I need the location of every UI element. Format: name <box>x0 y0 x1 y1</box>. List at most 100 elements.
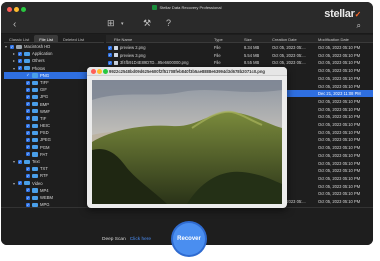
tab-file-list[interactable]: File List <box>34 35 59 42</box>
checkbox-icon[interactable]: ✓ <box>18 58 22 63</box>
disclosure-collapsed-icon[interactable]: ▸ <box>13 57 15 64</box>
tree-item-label: PSD <box>40 130 49 136</box>
checkbox-icon[interactable]: ✓ <box>26 166 30 171</box>
preview-close-button[interactable] <box>91 69 96 74</box>
drive-icon <box>16 44 22 49</box>
table-row[interactable]: ✓ preview 3.png File 5.54 MB Oct 05, 2023 05… <box>106 52 373 59</box>
disclosure-collapsed-icon[interactable]: ▸ <box>13 50 15 57</box>
folder-icon <box>32 173 38 179</box>
checkbox-icon[interactable]: ✓ <box>18 51 22 56</box>
tree-item-label: PAT <box>40 151 48 157</box>
checkbox-icon[interactable]: ✓ <box>26 87 30 92</box>
help-icon[interactable]: ? <box>166 19 171 28</box>
modification-date-cell: Oct 05, 2023 05:10 PM <box>318 45 361 50</box>
col-type[interactable]: Type <box>214 37 223 42</box>
checkbox-icon[interactable]: ✓ <box>108 60 112 65</box>
col-modification-date[interactable]: Modification Date <box>318 37 349 42</box>
checkbox-icon[interactable]: ✓ <box>26 188 30 193</box>
modification-date-cell: Dec 21, 2023 11:08 PM <box>318 91 361 97</box>
tree-item[interactable]: ▸ ✓ Others <box>4 57 104 64</box>
checkbox-icon[interactable]: ✓ <box>26 152 30 157</box>
tree-item-label: WMF <box>40 108 50 114</box>
grid-view-icon[interactable]: ⊞ <box>107 19 115 28</box>
preview-title-bar: 9922c2548bd09d625e600f2f51708feb840f3b5a… <box>87 67 287 76</box>
col-size[interactable]: Size <box>244 37 252 42</box>
tree-item-label: Application <box>32 51 53 57</box>
click-here-link[interactable]: Click here <box>130 237 151 242</box>
tree-item-label: Video <box>32 180 43 186</box>
checkbox-icon[interactable]: ✓ <box>18 159 22 164</box>
checkbox-icon[interactable]: ✓ <box>26 138 30 143</box>
tab-classic-list[interactable]: Classic List <box>4 35 34 42</box>
checkbox-icon[interactable]: ✓ <box>108 53 112 58</box>
modification-date-cell: Oct 05, 2023 05:10 PM <box>318 98 361 104</box>
deep-scan-label: Deep Scan <box>102 237 126 242</box>
modification-date-cell: Oct 05, 2023 05:10 PM <box>318 191 361 197</box>
folder-icon <box>24 181 30 186</box>
col-file-name[interactable]: File Name <box>114 37 132 42</box>
checkbox-icon[interactable]: ✓ <box>26 102 30 107</box>
size-cell: 8.34 MB <box>244 45 260 50</box>
checkbox-icon[interactable]: ✓ <box>10 44 14 49</box>
checkbox-icon[interactable]: ✓ <box>26 116 30 121</box>
modification-date-cell: Oct 05, 2023 05:10 PM <box>318 168 361 174</box>
search-icon[interactable]: ⌕ <box>357 21 361 31</box>
checkbox-icon[interactable]: ✓ <box>26 173 30 178</box>
folder-icon <box>32 73 38 78</box>
checkbox-icon[interactable]: ✓ <box>26 73 30 78</box>
checkbox-icon[interactable]: ✓ <box>26 109 30 114</box>
tree-item-label: PNG <box>40 72 50 78</box>
checkbox-icon[interactable]: ✓ <box>18 181 22 186</box>
modification-date-cell: Oct 05, 2023 05:10 PM <box>318 183 361 189</box>
disclosure-expanded-icon[interactable]: ▾ <box>5 43 7 50</box>
recover-button[interactable]: Recover <box>173 223 205 255</box>
checkbox-icon[interactable]: ✓ <box>18 66 22 71</box>
tree-item-label: BMP <box>40 101 50 107</box>
folder-icon <box>24 66 30 71</box>
table-row[interactable]: ✓ 3f4fb91D4E89D7D...95e6600000.png File 8.5… <box>106 59 373 66</box>
checkbox-icon[interactable]: ✓ <box>26 80 30 85</box>
size-cell: 8.55 MB <box>244 60 260 66</box>
tree-item-label: Text <box>32 159 40 164</box>
tree-item-label: Macintosh HD <box>24 44 51 49</box>
tree-item[interactable]: ▾ ✓ Macintosh HD <box>4 43 104 50</box>
type-cell: File <box>214 45 221 50</box>
tree-item-label: TXT <box>40 166 48 172</box>
checkbox-icon[interactable]: ✓ <box>26 195 30 200</box>
folder-icon <box>32 123 38 128</box>
modification-date-cell: Oct 05, 2023 05:10 PM <box>318 68 361 74</box>
folder-icon <box>24 58 30 64</box>
file-name-cell: preview 2.png <box>120 45 146 50</box>
chevron-down-icon[interactable]: ▾ <box>121 20 124 29</box>
checkbox-icon[interactable]: ✓ <box>108 45 112 50</box>
table-row[interactable]: ✓ preview 2.png File 8.34 MB Oct 05, 2023 05… <box>106 44 373 51</box>
tab-deleted-list[interactable]: Deleted List <box>58 35 89 42</box>
checkbox-icon[interactable]: ✓ <box>26 145 30 150</box>
creation-date-cell: Oct 05, 2023 05:... <box>272 60 306 66</box>
preview-minimize-button[interactable] <box>97 69 102 74</box>
stellar-logo: stellar✓ <box>324 8 361 20</box>
folder-icon <box>32 188 38 193</box>
preview-file-name: 9922c2548bd09d625e600f2f51708feb840f3b5a… <box>109 69 265 74</box>
tree-item-label: WEBM <box>40 194 54 200</box>
wrench-icon[interactable]: ⚒ <box>143 19 151 28</box>
chevron-left-icon[interactable]: ‹ <box>13 20 16 30</box>
checkbox-icon[interactable]: ✓ <box>26 123 30 128</box>
modification-date-cell: Oct 05, 2023 05:10 PM <box>318 152 361 158</box>
checkbox-icon[interactable]: ✓ <box>26 130 30 135</box>
checkbox-icon[interactable]: ✓ <box>26 94 30 99</box>
modification-date-cell: Oct 05, 2023 05:10 PM <box>318 60 361 66</box>
disclosure-expanded-icon[interactable]: ▾ <box>13 65 15 72</box>
modification-date-cell: Oct 05, 2023 05:10 PM <box>318 129 361 135</box>
col-creation-date[interactable]: Creation Date <box>272 37 297 42</box>
disclosure-expanded-icon[interactable]: ▾ <box>13 158 15 165</box>
disclosure-expanded-icon[interactable]: ▾ <box>13 180 15 187</box>
tree-item-label: PGM <box>40 144 50 150</box>
preview-zoom-button[interactable] <box>103 69 108 74</box>
modification-date-cell: Oct 05, 2023 05:10 PM <box>318 145 361 151</box>
tree-item-label: RTF <box>40 173 49 179</box>
tree-item[interactable]: ▸ ✓ Application <box>4 50 104 57</box>
file-icon <box>114 53 118 58</box>
folder-icon <box>32 87 38 92</box>
modification-date-cell: Oct 05, 2023 05:10 PM <box>318 122 361 127</box>
